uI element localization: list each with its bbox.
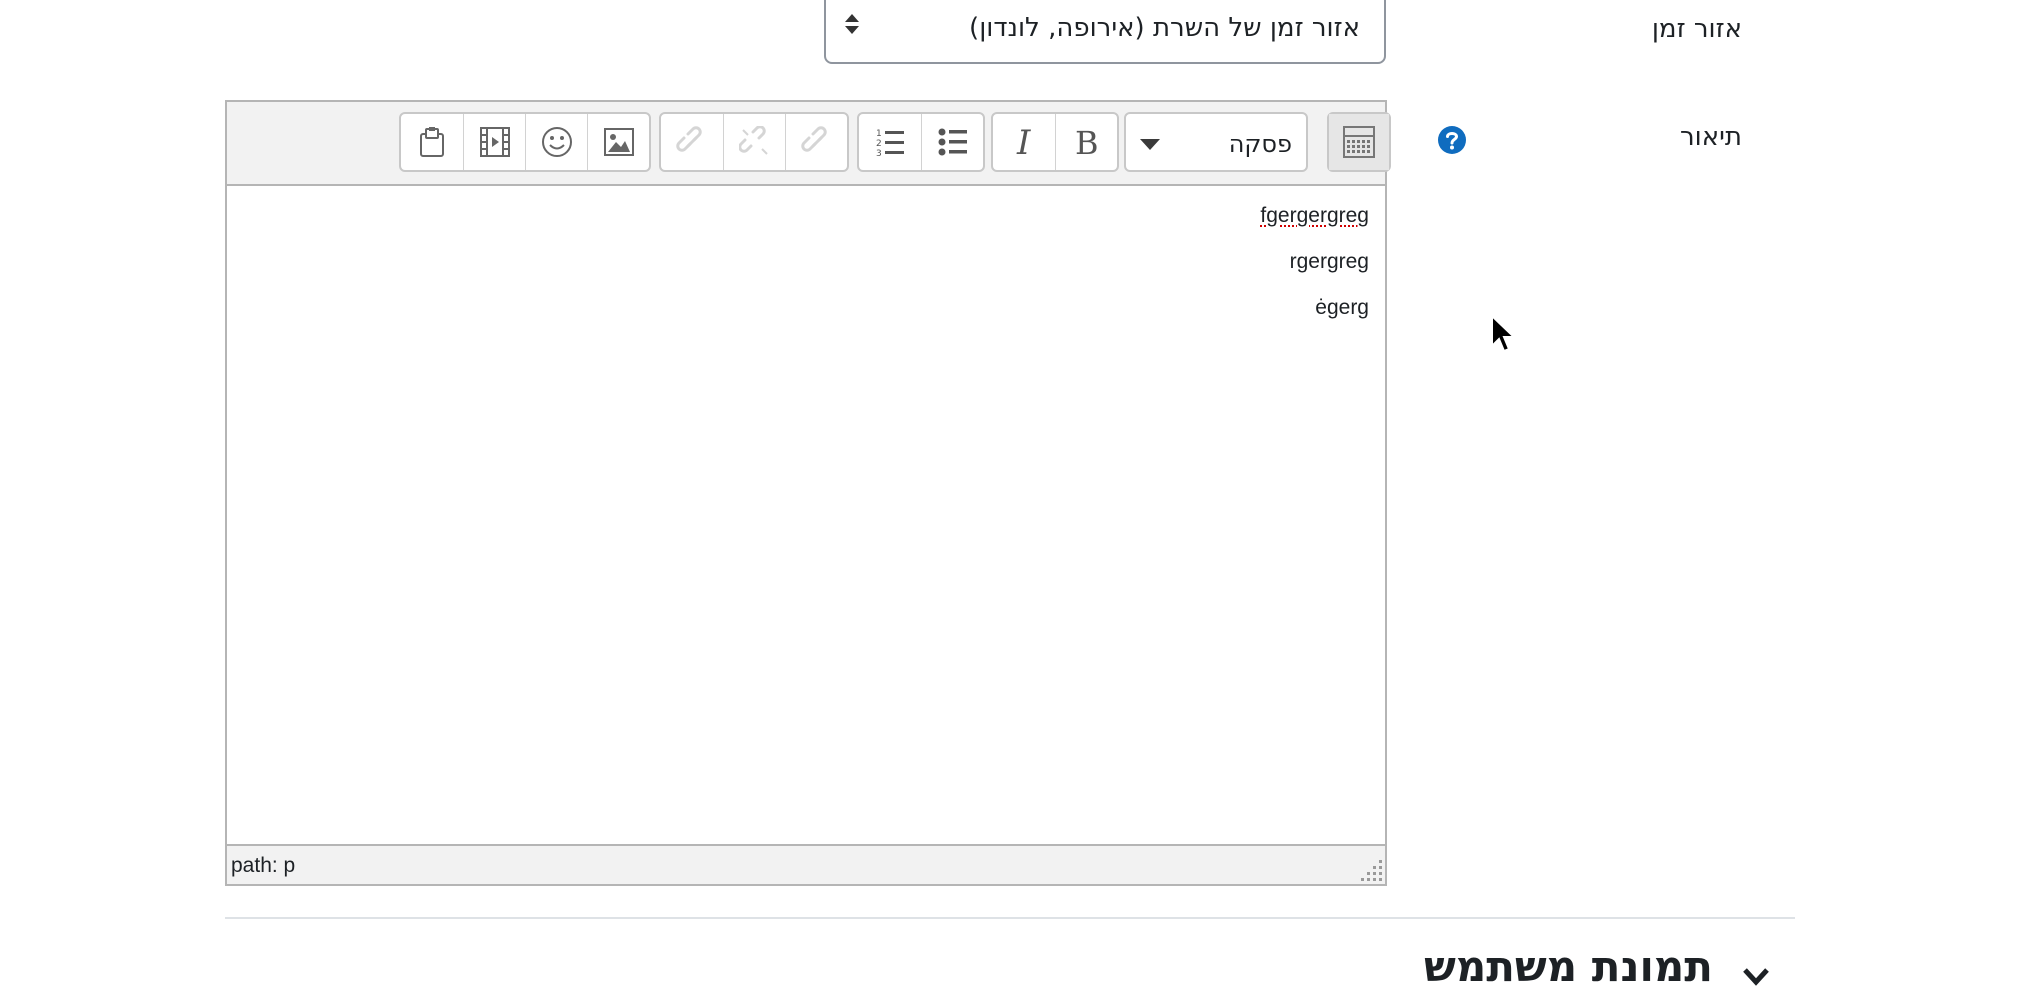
manage-files-button[interactable] (401, 114, 463, 170)
image-icon (603, 128, 634, 156)
mouse-cursor-icon (1491, 314, 1516, 353)
svg-text:2: 2 (876, 139, 882, 149)
emoticon-icon (541, 127, 572, 157)
caret-down-icon (1140, 139, 1160, 150)
description-label: תיאור (1679, 122, 1742, 152)
image-button[interactable] (587, 114, 649, 170)
ordered-list-button[interactable]: 1 2 3 (859, 114, 921, 170)
timezone-select-value: אזור זמן של השרת (אירופה, לונדון) (969, 13, 1360, 43)
link-button[interactable] (785, 114, 847, 170)
editor-line[interactable]: ėgerg (1315, 296, 1369, 320)
media-icon (479, 127, 510, 157)
section-heading-user-picture[interactable]: תמונת משתמש (1424, 942, 1713, 991)
anchor-button[interactable] (661, 114, 723, 170)
toolbar-group-lists: 1 2 3 (857, 112, 985, 172)
select-arrows-icon (845, 14, 859, 34)
paragraph-style-select[interactable]: פסקה (1124, 112, 1308, 172)
help-question-icon[interactable] (1437, 125, 1467, 155)
unlink-button[interactable] (723, 114, 785, 170)
resize-handle-icon[interactable] (1355, 854, 1385, 884)
svg-text:3: 3 (876, 149, 882, 158)
chevron-down-icon[interactable] (1740, 960, 1772, 992)
toolbar-group-toggle (1327, 112, 1391, 172)
description-editor: 1 2 3 I B פסקה fgergergreg rgergreg ėger… (225, 100, 1391, 886)
italic-button[interactable]: I (993, 114, 1055, 170)
media-button[interactable] (463, 114, 525, 170)
emoticon-button[interactable] (525, 114, 587, 170)
timezone-select[interactable]: אזור זמן של השרת (אירופה, לונדון) (824, 0, 1386, 64)
toolbar-group-insert (399, 112, 651, 172)
timezone-label: אזור זמן (1651, 14, 1742, 44)
toggle-toolbar-icon (1343, 126, 1375, 158)
svg-text:1: 1 (876, 129, 882, 139)
unlink-icon (738, 126, 768, 155)
toggle-toolbar-button[interactable] (1329, 114, 1389, 170)
link-icon (800, 126, 827, 152)
element-path: path: p (231, 854, 296, 877)
bold-button[interactable]: B (1055, 114, 1117, 170)
svg-text:I: I (1016, 126, 1031, 158)
unordered-list-icon (938, 128, 967, 156)
editor-line[interactable]: rgergreg (1290, 250, 1369, 274)
editor-toolbar: 1 2 3 I B פסקה (227, 102, 1391, 186)
paragraph-style-value: פסקה (1228, 130, 1292, 158)
toolbar-group-format: I B (991, 112, 1119, 172)
editor-line[interactable]: fgergergreg (1260, 204, 1369, 228)
svg-text:B: B (1075, 126, 1099, 158)
toolbar-group-links (659, 112, 849, 172)
section-divider (225, 917, 1795, 919)
italic-icon: I (1016, 126, 1031, 158)
manage-files-icon (420, 127, 444, 157)
editor-content-area[interactable]: fgergergreg rgergreg ėgerg (227, 186, 1385, 844)
ordered-list-icon: 1 2 3 (876, 129, 904, 158)
editor-statusbar: path: p (227, 844, 1385, 884)
bold-icon: B (1075, 126, 1099, 158)
unordered-list-button[interactable] (921, 114, 983, 170)
anchor-icon (676, 126, 702, 152)
